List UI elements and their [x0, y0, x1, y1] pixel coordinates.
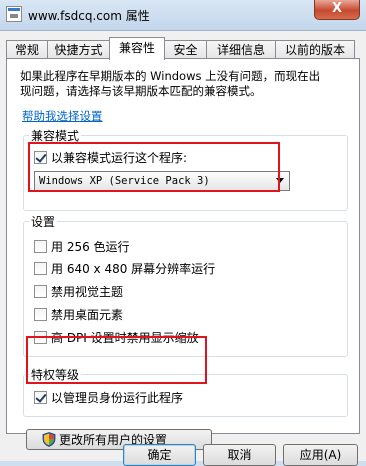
close-button[interactable]: X [314, 0, 360, 20]
dropdown-arrow-icon[interactable] [276, 178, 284, 183]
privilege-title: 特权等级 [29, 366, 82, 383]
intro-text: 如果此程序在早期版本的 Windows 上没有问题，而现在出 现问题，请选择与该… [20, 69, 350, 99]
settings-title: 设置 [29, 213, 58, 230]
ok-button[interactable]: 确定 [123, 444, 196, 466]
compat-mode-label: 以兼容模式运行这个程序: [51, 150, 188, 165]
setting-640x480-label: 用 640 x 480 屏幕分辨率运行 [51, 261, 216, 276]
setting-640x480-checkbox[interactable] [34, 261, 47, 275]
cancel-button[interactable]: 取消 [203, 444, 276, 466]
tab-shortcut[interactable]: 快捷方式 [47, 40, 110, 59]
apply-button[interactable]: 应用(A) [283, 444, 358, 466]
setting-256-colors-label: 用 256 色运行 [51, 239, 130, 254]
compatibility-page: 如果此程序在早期版本的 Windows 上没有问题，而现在出 现问题，请选择与该… [6, 58, 360, 450]
tab-previous-versions[interactable]: 以前的版本 [275, 40, 355, 59]
setting-disable-dpi-scaling[interactable]: 高 DPI 设置时禁用显示缩放 [34, 329, 199, 345]
tab-compatibility[interactable]: 兼容性 [109, 37, 165, 60]
privilege-group: 特权等级 以管理员身份运行此程序 [23, 366, 348, 417]
compat-mode-group: 兼容模式 以兼容模式运行这个程序: Windows XP (Service Pa… [23, 127, 348, 211]
setting-disable-visual-themes[interactable]: 禁用视觉主题 [34, 283, 123, 299]
os-version-value: Windows XP (Service Pack 3) [39, 175, 210, 187]
window-title: www.fsdcq.com 属性 [28, 9, 150, 23]
os-version-select[interactable]: Windows XP (Service Pack 3) [34, 171, 290, 191]
compat-mode-checkbox-row[interactable]: 以兼容模式运行这个程序: [34, 149, 187, 165]
tab-security[interactable]: 安全 [164, 40, 207, 59]
setting-disable-dpi-scaling-label: 高 DPI 设置时禁用显示缩放 [51, 330, 199, 345]
setting-disable-dpi-scaling-checkbox[interactable] [34, 330, 47, 344]
dialog-frame: 常规 快捷方式 兼容性 安全 详细信息 以前的版本 如果此程序在早期版本的 Wi… [0, 30, 366, 466]
intro-line-1: 如果此程序在早期版本的 Windows 上没有问题，而现在出 [20, 69, 321, 83]
tab-general[interactable]: 常规 [6, 40, 48, 59]
app-icon [6, 6, 22, 22]
tab-details[interactable]: 详细信息 [206, 40, 276, 59]
run-as-admin-row[interactable]: 以管理员身份运行此程序 [34, 389, 183, 405]
intro-line-2: 现问题，请选择与该早期版本匹配的兼容模式。 [20, 84, 262, 98]
compat-mode-title: 兼容模式 [29, 127, 82, 144]
run-as-admin-checkbox[interactable] [34, 390, 47, 404]
setting-disable-desktop-composition-checkbox[interactable] [34, 307, 47, 321]
setting-disable-visual-themes-label: 禁用视觉主题 [51, 284, 124, 299]
setting-256-colors-checkbox[interactable] [34, 239, 47, 253]
setting-disable-visual-themes-checkbox[interactable] [34, 284, 47, 298]
setting-disable-desktop-composition[interactable]: 禁用桌面元素 [34, 306, 123, 322]
run-as-admin-label: 以管理员身份运行此程序 [51, 390, 184, 405]
setting-256-colors[interactable]: 用 256 色运行 [34, 238, 130, 254]
help-me-choose-link[interactable]: 帮助我选择设置 [22, 108, 103, 124]
title-bar: www.fsdcq.com 属性 X [0, 0, 366, 30]
settings-group: 设置 用 256 色运行 用 640 x 480 屏幕分辨率运行 禁用视觉主题 … [23, 213, 348, 357]
compat-mode-checkbox[interactable] [34, 150, 47, 164]
setting-disable-desktop-composition-label: 禁用桌面元素 [51, 307, 124, 322]
setting-640x480[interactable]: 用 640 x 480 屏幕分辨率运行 [34, 260, 215, 276]
shield-icon [42, 432, 56, 447]
